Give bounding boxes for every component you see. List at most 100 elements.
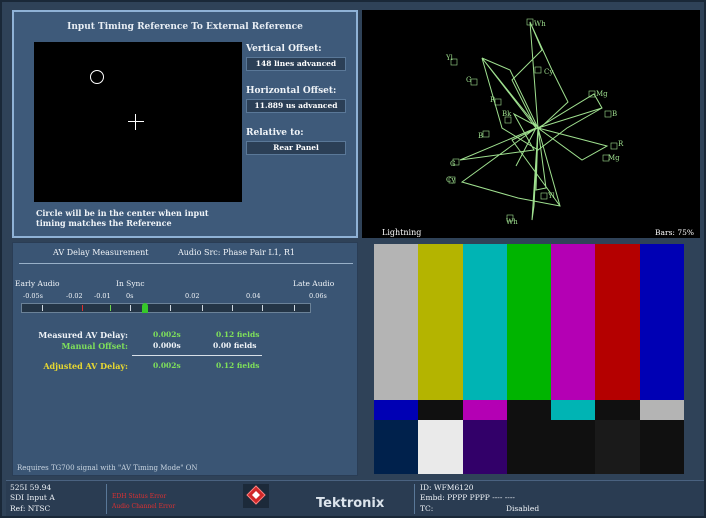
target-box <box>610 142 618 150</box>
target-label: Mg <box>608 154 620 162</box>
manual-offset-seconds: 0.000s <box>153 341 181 350</box>
measured-delay-seconds: 0.002s <box>153 330 181 339</box>
pluge-bar <box>595 420 641 474</box>
embedded-audio-status: Embd: PPPP PPPP ---- ---- <box>420 493 515 502</box>
tick-label: -0.02 <box>66 292 83 300</box>
lightning-trace <box>459 21 609 221</box>
pluge-bar <box>506 420 552 474</box>
timing-display <box>34 42 242 202</box>
target-label: B <box>478 132 483 140</box>
av-delay-needle <box>142 303 148 313</box>
status-divider <box>414 484 415 514</box>
meter-tick <box>232 305 233 311</box>
bars-level-label: Bars: 75% <box>655 228 694 237</box>
manual-offset-label: Manual Offset: <box>61 341 128 351</box>
target-label: G <box>466 76 472 84</box>
meter-tick <box>262 305 263 311</box>
measured-delay-fields: 0.12 fields <box>216 330 260 339</box>
lightning-mode-label: Lightning <box>382 228 422 237</box>
target-label: Cy <box>446 176 455 184</box>
meter-tick <box>130 305 131 311</box>
target-label: Mg <box>596 90 608 98</box>
color-bar <box>595 244 641 400</box>
header-divider <box>19 263 353 264</box>
early-audio-label: Early Audio <box>15 279 60 288</box>
meter-tick <box>294 305 295 311</box>
timecode-label: TC: <box>420 504 434 513</box>
target-label: G <box>450 160 456 168</box>
av-delay-title: AV Delay Measurement <box>53 248 149 257</box>
timing-panel[interactable]: Input Timing Reference To External Refer… <box>12 10 358 238</box>
target-label: Yl <box>547 192 556 200</box>
adjusted-delay-label: Adjusted AV Delay: <box>43 361 128 371</box>
picture-panel[interactable] <box>362 242 700 476</box>
color-bar <box>551 244 596 400</box>
castellation-bar <box>506 400 552 420</box>
vertical-offset-value: 148 lines advanced <box>246 57 346 71</box>
tick-label: 0.06s <box>309 292 327 300</box>
timing-note-line1: Circle will be in the center when input <box>36 208 209 218</box>
vertical-offset-label: Vertical Offset: <box>246 44 322 54</box>
av-delay-meter <box>21 303 311 313</box>
target-label: B <box>612 110 617 118</box>
edh-alarm: EDH Status Error <box>112 493 167 500</box>
relative-to-value: Rear Panel <box>246 141 346 155</box>
adjusted-delay-seconds: 0.002s <box>153 361 181 370</box>
lightning-vectorscope: Wh Yl Cy G Mg R B Bk B R Mg G Cy Yl Wh <box>445 18 624 226</box>
input-source: SDI Input A <box>10 493 55 502</box>
tick-label: 0.02 <box>185 292 200 300</box>
target-box <box>494 98 502 106</box>
horizontal-offset-value: 11.889 us advanced <box>246 99 346 113</box>
meter-tick <box>82 305 83 311</box>
tick-label: 0s <box>126 292 134 300</box>
status-bar: 525I 59.94 SDI Input A Ref: NTSC EDH Sta… <box>6 480 704 516</box>
horizontal-offset-label: Horizontal Offset: <box>246 86 337 96</box>
instrument-id: ID: WFM6120 <box>420 483 474 492</box>
adjusted-delay-fields: 0.12 fields <box>216 361 260 370</box>
in-sync-label: In Sync <box>116 279 145 288</box>
target-label: Cy <box>544 68 553 76</box>
tick-label: -0.01 <box>94 292 111 300</box>
tick-label: 0.04 <box>246 292 261 300</box>
color-bar <box>418 244 464 400</box>
target-label: Wh <box>506 218 518 226</box>
reference-crosshair <box>128 114 144 130</box>
pluge-bar <box>418 420 464 474</box>
target-box <box>604 110 612 118</box>
pluge-bar <box>639 420 685 474</box>
color-bar <box>639 244 685 400</box>
castellation-bar <box>418 400 464 420</box>
tektronix-logo: Tektronix <box>316 496 385 511</box>
target-label: R <box>490 96 496 104</box>
timing-note-line2: timing matches the Reference <box>36 218 172 228</box>
meter-tick <box>202 305 203 311</box>
meter-tick <box>170 305 171 311</box>
pluge-bar <box>551 420 596 474</box>
requirement-note: Requires TG700 signal with "AV Timing Mo… <box>17 464 198 472</box>
target-box <box>534 66 542 74</box>
color-bar <box>374 244 419 400</box>
color-bar <box>506 244 552 400</box>
waveform-monitor-screen: Input Timing Reference To External Refer… <box>0 0 706 518</box>
late-audio-label: Late Audio <box>293 279 335 288</box>
reference-format: Ref: NTSC <box>10 504 51 513</box>
meter-tick <box>110 305 111 311</box>
alarm-icon[interactable] <box>243 484 269 508</box>
castellation-bar <box>374 400 419 420</box>
sum-divider <box>132 355 262 356</box>
target-label: R <box>618 140 624 148</box>
measured-delay-label: Measured AV Delay: <box>38 330 128 340</box>
video-format: 525I 59.94 <box>10 483 52 492</box>
target-label: Yl <box>445 54 454 62</box>
lightning-panel[interactable]: Wh Yl Cy G Mg R B Bk B R Mg G Cy Yl Wh Lightning Bars:… <box>362 10 700 238</box>
target-box <box>470 78 478 86</box>
timecode-value: Disabled <box>506 504 540 513</box>
target-box <box>482 130 490 138</box>
av-delay-panel[interactable]: AV Delay Measurement Audio Src: Phase Pa… <box>12 242 358 476</box>
castellation-bar <box>639 400 685 420</box>
target-box <box>540 192 548 200</box>
pluge-bar <box>462 420 508 474</box>
manual-offset-fields: 0.00 fields <box>213 341 257 350</box>
relative-to-label: Relative to: <box>246 128 304 138</box>
tick-label: -0.05s <box>23 292 44 300</box>
